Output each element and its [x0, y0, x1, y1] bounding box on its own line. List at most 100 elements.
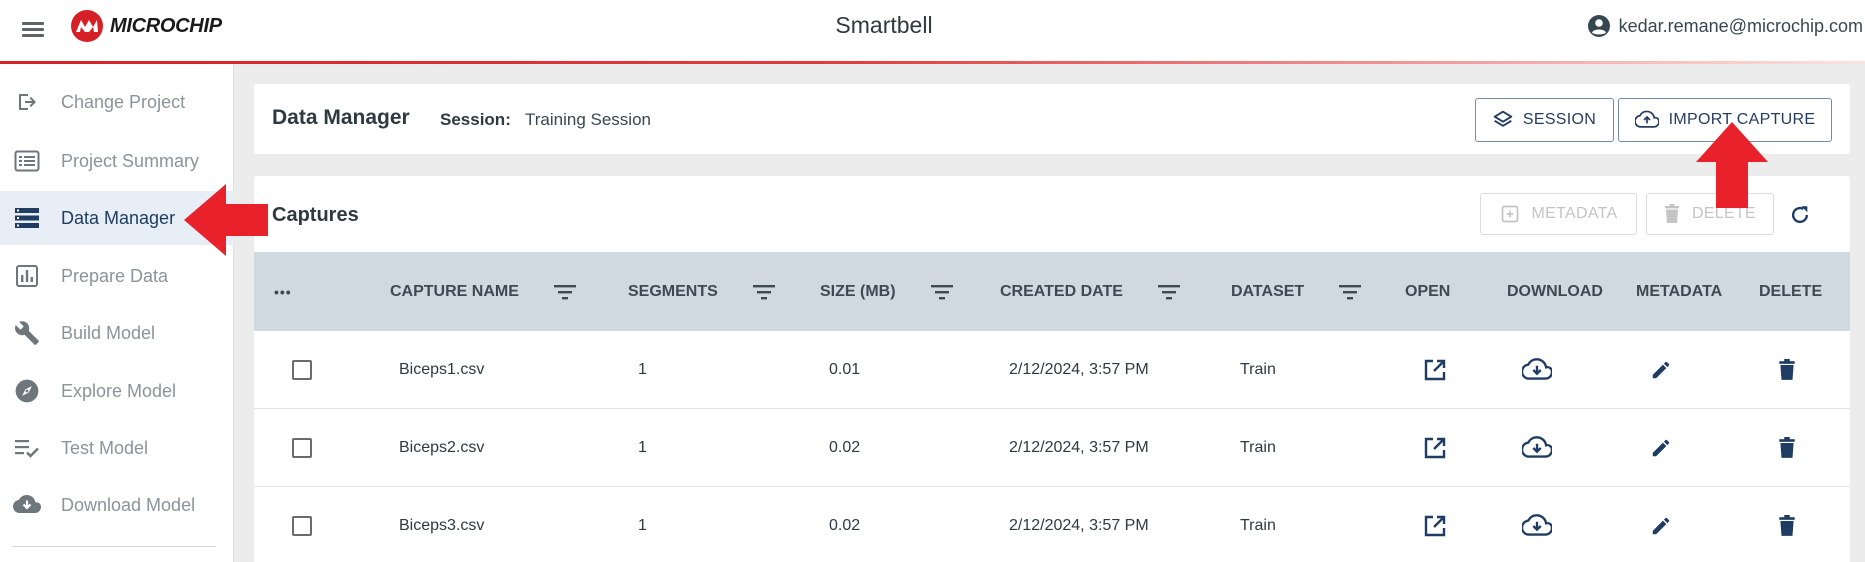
- refresh-icon[interactable]: [1785, 200, 1815, 230]
- user-account[interactable]: kedar.remane@microchip.com: [1587, 14, 1863, 38]
- sidebar-item-label: Build Model: [61, 322, 156, 343]
- column-header-created-date[interactable]: CREATED DATE: [1000, 252, 1181, 331]
- sidebar-item-label: Change Project: [61, 91, 186, 112]
- column-header-size[interactable]: SIZE (MB): [820, 252, 954, 331]
- dataset-cell: Train: [1240, 516, 1276, 534]
- open-in-new-icon[interactable]: [1420, 511, 1450, 541]
- sidebar-item-label: Prepare Data: [61, 265, 169, 286]
- column-header-delete: DELETE: [1759, 252, 1822, 331]
- login-icon: [13, 88, 41, 116]
- annotation-arrow-left: [184, 184, 268, 256]
- sidebar-item-label: Project Summary: [61, 150, 200, 171]
- layers-icon: [1493, 110, 1513, 127]
- app-header: MICROCHIP Smartbell kedar.remane@microch…: [0, 0, 1865, 64]
- column-header-capture-name[interactable]: CAPTURE NAME: [390, 252, 577, 331]
- column-label: SIZE (MB): [820, 282, 896, 300]
- sidebar-item-label: Explore Model: [61, 380, 177, 401]
- filter-icon[interactable]: [1338, 283, 1362, 301]
- column-header-open: OPEN: [1405, 252, 1450, 331]
- row-checkbox[interactable]: [292, 438, 312, 458]
- metadata-button-label: METADATA: [1531, 205, 1618, 222]
- trash-icon[interactable]: [1772, 355, 1802, 385]
- sidebar-item-label: Test Model: [61, 437, 149, 458]
- edit-icon[interactable]: [1646, 511, 1676, 541]
- cloud-download-icon: [13, 491, 41, 519]
- compass-icon: [13, 377, 41, 405]
- segments-cell: 1: [638, 438, 647, 456]
- created-date-cell: 2/12/2024, 3:57 PM: [1009, 516, 1149, 534]
- sidebar-item-build-model[interactable]: Build Model: [0, 306, 234, 360]
- created-date-cell: 2/12/2024, 3:57 PM: [1009, 438, 1149, 456]
- column-label: OPEN: [1405, 282, 1451, 300]
- sidebar: Change Project Project Summary Data Mana…: [0, 64, 234, 562]
- sidebar-item-explore-model[interactable]: Explore Model: [0, 364, 234, 418]
- table-header: ••• CAPTURE NAME SEGMENTS SIZE (MB) CREA…: [254, 252, 1850, 331]
- segments-cell: 1: [638, 516, 647, 534]
- column-menu-dots: •••: [274, 283, 292, 300]
- sidebar-item-project-summary[interactable]: Project Summary: [0, 134, 234, 188]
- session-value: Training Session: [525, 110, 651, 129]
- cloud-download-icon[interactable]: [1522, 511, 1552, 541]
- metadata-button[interactable]: METADATA: [1480, 193, 1637, 235]
- session-button[interactable]: SESSION: [1475, 98, 1614, 142]
- summary-icon: [13, 147, 41, 175]
- dataset-cell: Train: [1240, 438, 1276, 456]
- column-label: METADATA: [1636, 282, 1723, 300]
- edit-icon[interactable]: [1646, 355, 1676, 385]
- size-cell: 0.02: [829, 516, 861, 534]
- chart-icon: [13, 262, 41, 290]
- trash-icon: [1664, 204, 1679, 223]
- cloud-upload-icon: [1634, 110, 1659, 128]
- column-label: SEGMENTS: [628, 282, 718, 300]
- sidebar-item-prepare-data[interactable]: Prepare Data: [0, 249, 234, 303]
- filter-icon[interactable]: [553, 283, 577, 301]
- column-header-metadata: METADATA: [1636, 252, 1722, 331]
- column-header-segments[interactable]: SEGMENTS: [628, 252, 776, 331]
- table-row: Biceps2.csv 1 0.02 2/12/2024, 3:57 PM Tr…: [254, 409, 1850, 487]
- session-button-label: SESSION: [1522, 111, 1597, 128]
- open-in-new-icon[interactable]: [1420, 355, 1450, 385]
- trash-icon[interactable]: [1772, 511, 1802, 541]
- open-in-new-icon[interactable]: [1420, 433, 1450, 463]
- column-label: DELETE: [1759, 282, 1823, 300]
- column-label: DATASET: [1231, 282, 1305, 300]
- column-label: DOWNLOAD: [1507, 282, 1603, 300]
- account-circle-icon: [1587, 15, 1610, 37]
- created-date-cell: 2/12/2024, 3:57 PM: [1009, 360, 1149, 378]
- segments-cell: 1: [638, 360, 647, 378]
- column-label: CAPTURE NAME: [390, 282, 519, 300]
- edit-icon[interactable]: [1646, 433, 1676, 463]
- cloud-download-icon[interactable]: [1522, 433, 1552, 463]
- sidebar-divider: [12, 546, 216, 547]
- column-header-download: DOWNLOAD: [1507, 252, 1603, 331]
- captures-card: Captures METADATA DELETE ••• CAPTURE NAM…: [254, 176, 1850, 562]
- user-email: kedar.remane@microchip.com: [1618, 15, 1863, 36]
- cloud-download-icon[interactable]: [1522, 355, 1552, 385]
- filter-icon[interactable]: [1157, 283, 1181, 301]
- annotation-arrow-up: [1696, 122, 1768, 208]
- capture-name-cell: Biceps3.csv: [399, 516, 485, 534]
- wrench-icon: [13, 319, 41, 347]
- checklist-icon: [13, 434, 41, 462]
- header-accent-line: [0, 61, 1865, 64]
- sidebar-item-download-model[interactable]: Download Model: [0, 478, 234, 532]
- column-header-dataset[interactable]: DATASET: [1231, 252, 1362, 331]
- capture-name-cell: Biceps1.csv: [399, 360, 485, 378]
- size-cell: 0.01: [829, 360, 861, 378]
- filter-icon[interactable]: [752, 283, 776, 301]
- column-label: CREATED DATE: [1000, 282, 1123, 300]
- sidebar-item-label: Download Model: [61, 494, 196, 515]
- captures-title: Captures: [272, 204, 359, 226]
- column-menu-icon[interactable]: •••: [274, 252, 292, 331]
- data-manager-header-card: Data Manager Session: Training Session S…: [254, 84, 1850, 154]
- sidebar-item-label: Data Manager: [61, 207, 176, 228]
- trash-icon[interactable]: [1772, 433, 1802, 463]
- row-checkbox[interactable]: [292, 516, 312, 536]
- sidebar-item-change-project[interactable]: Change Project: [0, 75, 234, 129]
- session-label: Session:: [440, 110, 511, 129]
- capture-name-cell: Biceps2.csv: [399, 438, 485, 456]
- filter-icon[interactable]: [930, 283, 954, 301]
- row-checkbox[interactable]: [292, 360, 312, 380]
- sidebar-item-test-model[interactable]: Test Model: [0, 421, 234, 475]
- size-cell: 0.02: [829, 438, 861, 456]
